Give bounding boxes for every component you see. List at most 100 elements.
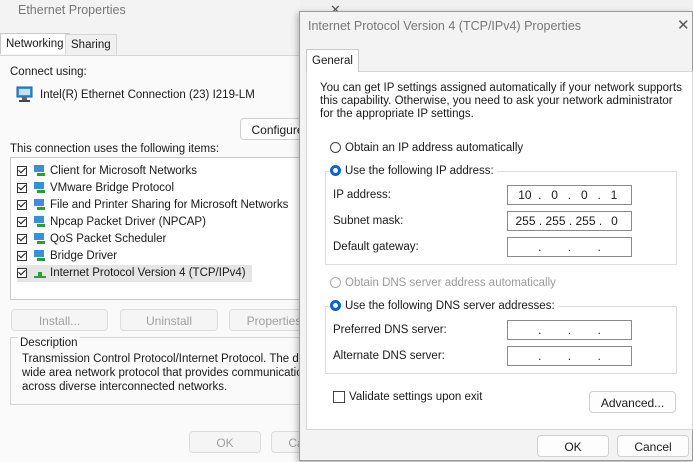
tab-sharing[interactable]: Sharing — [65, 34, 117, 55]
advanced-button[interactable]: Advanced... — [589, 391, 676, 413]
octet-separator: . — [538, 323, 542, 337]
octet-separator: . — [567, 240, 572, 254]
obtain-dns-auto-label: Obtain DNS server address automatically — [345, 277, 556, 289]
subnet-mask-field[interactable]: 255. 255. 255. 0 — [507, 211, 632, 231]
octet-1: 10 — [518, 188, 532, 202]
item-label: VMware Bridge Protocol — [50, 182, 174, 194]
octet-3: 255 — [575, 214, 596, 228]
octet-separator: . — [597, 188, 601, 202]
network-protocol-icon — [34, 182, 45, 194]
network-service-icon — [34, 233, 45, 245]
tab-networking[interactable]: Networking — [0, 33, 70, 54]
alternate-dns-field[interactable]: . . . — [507, 346, 632, 366]
alternate-dns-label: Alternate DNS server: — [333, 350, 445, 362]
ipv4-properties-dialog: Internet Protocol Version 4 (TCP/IPv4) P… — [299, 11, 693, 461]
radio-indicator[interactable] — [330, 142, 341, 154]
ip-address-label: IP address: — [333, 189, 391, 201]
description-line-1: Transmission Control Protocol/Internet P… — [22, 353, 327, 365]
ethernet-properties-window: Ethernet Properties Networking Sharing C… — [0, 0, 343, 462]
cancel-button[interactable]: Cancel — [617, 435, 689, 457]
item-checkbox[interactable] — [17, 199, 27, 210]
obtain-dns-auto-radio[interactable]: Obtain DNS server address automatically — [330, 277, 556, 289]
item-label: Internet Protocol Version 4 (TCP/IPv4) — [50, 267, 246, 279]
octet-separator: . — [538, 240, 542, 254]
item-label: File and Printer Sharing for Microsoft N… — [50, 199, 289, 211]
ok-button[interactable]: OK — [537, 435, 609, 457]
item-checkbox[interactable] — [17, 165, 27, 176]
intro-line-1: You can get IP settings assigned automat… — [320, 82, 682, 94]
network-service-icon — [34, 199, 45, 211]
item-label: QoS Packet Scheduler — [50, 233, 167, 245]
item-checkbox[interactable] — [17, 233, 27, 244]
preferred-dns-field[interactable]: . . . — [507, 320, 632, 340]
use-following-dns-radio[interactable]: Use the following DNS server addresses: — [330, 300, 558, 312]
list-item[interactable]: Bridge Driver — [17, 248, 117, 265]
checkbox-indicator[interactable] — [333, 391, 345, 403]
ethernet-properties-titlebar[interactable]: Ethernet Properties — [0, 0, 300, 24]
window-title: Ethernet Properties — [18, 3, 126, 17]
subnet-mask-label: Subnet mask: — [333, 215, 404, 227]
item-label: Client for Microsoft Networks — [50, 165, 197, 177]
default-gateway-field[interactable]: . . . — [507, 237, 632, 257]
item-checkbox[interactable] — [17, 182, 27, 193]
tab-general[interactable]: General — [306, 49, 359, 72]
default-gateway-label: Default gateway: — [333, 241, 419, 253]
use-following-ip-radio[interactable]: Use the following IP address: — [330, 165, 497, 177]
radio-indicator[interactable] — [330, 300, 341, 312]
octet-3: 0 — [580, 188, 588, 202]
intro-line-2: this capability. Otherwise, you need to … — [320, 95, 673, 107]
items-list-label: This connection uses the following items… — [10, 143, 220, 155]
description-line-3: across diverse interconnected networks. — [22, 381, 228, 393]
octet-separator: . — [567, 349, 572, 363]
adapter-name: Intel(R) Ethernet Connection (23) I219-L… — [40, 89, 255, 101]
radio-indicator[interactable] — [330, 277, 341, 289]
ip-address-field[interactable]: 10. 0. 0. 1 — [507, 185, 632, 205]
octet-separator: . — [567, 323, 572, 337]
list-item[interactable]: QoS Packet Scheduler — [17, 231, 166, 248]
item-checkbox[interactable] — [17, 250, 27, 261]
octet-separator: . — [597, 349, 601, 363]
dialog-title: Internet Protocol Version 4 (TCP/IPv4) P… — [308, 19, 582, 33]
network-service-icon — [34, 250, 45, 262]
octet-separator: . — [597, 323, 601, 337]
obtain-ip-auto-label: Obtain an IP address automatically — [345, 142, 524, 154]
obtain-ip-auto-radio[interactable]: Obtain an IP address automatically — [330, 142, 523, 154]
octet-separator: . — [568, 214, 573, 228]
octet-separator: . — [597, 240, 601, 254]
octet-4: 1 — [610, 188, 618, 202]
connection-items-list[interactable]: Client for Microsoft Networks VMware Bri… — [10, 157, 300, 300]
octet-separator: . — [538, 214, 543, 228]
item-checkbox[interactable] — [17, 267, 27, 278]
octet-2: 255 — [545, 214, 566, 228]
list-item[interactable]: File and Printer Sharing for Microsoft N… — [17, 197, 288, 214]
octet-4: 0 — [611, 214, 618, 228]
octet-separator: . — [538, 349, 542, 363]
network-protocol-icon — [34, 216, 45, 228]
list-item-selected[interactable]: Internet Protocol Version 4 (TCP/IPv4) — [17, 265, 252, 282]
item-label: Bridge Driver — [50, 250, 118, 262]
intro-line-3: for the appropriate IP settings. — [320, 108, 474, 120]
list-item[interactable]: VMware Bridge Protocol — [17, 180, 174, 197]
install-button[interactable]: Install... — [11, 309, 108, 331]
ethernet-ok-button[interactable]: OK — [189, 431, 261, 453]
network-client-icon — [34, 165, 45, 177]
validate-settings-checkbox[interactable]: Validate settings upon exit — [333, 391, 482, 403]
use-following-ip-label: Use the following IP address: — [345, 165, 494, 177]
list-item[interactable]: Client for Microsoft Networks — [17, 163, 197, 180]
octet-separator: . — [538, 188, 542, 202]
use-following-dns-label: Use the following DNS server addresses: — [345, 300, 555, 312]
description-title: Description — [18, 337, 80, 349]
octet-separator: . — [598, 214, 603, 228]
network-adapter-icon — [16, 86, 33, 106]
radio-indicator[interactable] — [330, 165, 341, 177]
list-item[interactable]: Npcap Packet Driver (NPCAP) — [17, 214, 206, 231]
item-checkbox[interactable] — [17, 216, 27, 227]
close-icon[interactable]: ✕ — [677, 16, 690, 34]
preferred-dns-label: Preferred DNS server: — [333, 324, 447, 336]
item-label: Npcap Packet Driver (NPCAP) — [50, 216, 206, 228]
octet-2: 0 — [551, 188, 558, 202]
octet-1: 255 — [515, 214, 536, 228]
octet-separator: . — [567, 188, 572, 202]
connect-using-label: Connect using: — [10, 66, 87, 78]
uninstall-button[interactable]: Uninstall — [120, 309, 218, 331]
